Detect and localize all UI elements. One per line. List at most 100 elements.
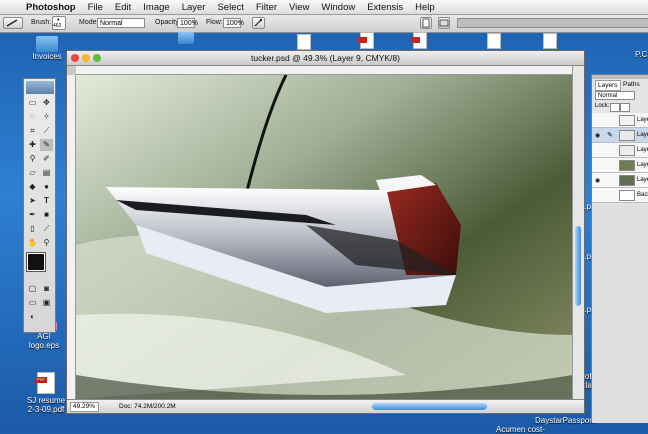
document-title-bar[interactable]: tucker.psd @ 49.3% (Layer 9, CMYK/8) [67, 51, 584, 66]
hand-tool-icon[interactable]: ✋ [26, 237, 39, 249]
palette-well[interactable] [457, 18, 648, 28]
layer-row-active[interactable]: ◉ ✎ Laye [592, 128, 648, 143]
options-bar: Brush: • 463 Mode: Normal Opacity: 100% … [0, 15, 648, 33]
opacity-value: 100% [180, 20, 198, 27]
layer-row[interactable]: Laye [592, 113, 648, 128]
imageready-icon[interactable]: ◐ [26, 311, 39, 323]
menu-file[interactable]: File [88, 2, 103, 13]
lasso-tool-icon[interactable]: ◌ [26, 111, 39, 123]
opacity-input[interactable]: 100% [177, 18, 198, 28]
vertical-ruler[interactable] [67, 75, 76, 399]
palette-toggle-button[interactable] [438, 17, 450, 29]
horizontal-ruler[interactable] [76, 66, 573, 75]
quick-mask-icon[interactable]: ◙ [40, 283, 53, 295]
layer-thumbnail [619, 175, 635, 186]
menu-app-photoshop[interactable]: Photoshop [26, 2, 76, 13]
horizontal-scroll-thumb[interactable] [372, 403, 487, 410]
brush-tool-icon[interactable]: ✎ [40, 139, 53, 151]
foreground-color-swatch[interactable] [26, 252, 46, 272]
tab-layers[interactable]: Layers [595, 80, 621, 91]
status-bar: 49.29% Doc: 74.2M/200.2M [67, 399, 584, 413]
desktop-icon-label: Invoices [32, 52, 62, 61]
dodge-tool-icon[interactable]: ● [40, 181, 53, 193]
notes-tool-icon[interactable]: ▯ [26, 223, 39, 235]
minimize-button[interactable] [82, 54, 90, 62]
slice-tool-icon[interactable]: ⟋ [40, 125, 53, 137]
move-tool-icon[interactable]: ✥ [40, 97, 53, 109]
file-browser-button[interactable] [420, 17, 432, 29]
shape-tool-icon[interactable]: ■ [40, 209, 53, 221]
vertical-scrollbar[interactable] [572, 66, 584, 399]
type-tool-icon[interactable]: T [40, 195, 53, 207]
eyedropper-tool-icon[interactable]: ⟋ [40, 223, 53, 235]
image-canvas[interactable] [76, 75, 573, 399]
eraser-tool-icon[interactable]: ▱ [26, 167, 39, 179]
desktop-file-sj-resume[interactable]: PDF SJ resume 2-3-09.pdf [24, 372, 68, 414]
standard-mode-icon[interactable]: ▢ [26, 283, 39, 295]
menu-filter[interactable]: Filter [256, 2, 277, 13]
menu-bar: Photoshop File Edit Image Layer Select F… [0, 0, 648, 15]
clone-stamp-tool-icon[interactable]: ⚲ [26, 153, 39, 165]
screen-mode-icon[interactable]: ▭ [26, 297, 39, 309]
layer-row[interactable]: ◉ Laye [592, 173, 648, 188]
layer-row[interactable]: Back [592, 188, 648, 203]
menu-layer[interactable]: Layer [182, 2, 206, 13]
pdf-file-icon [358, 32, 374, 49]
marquee-tool-icon[interactable]: ▭ [26, 97, 39, 109]
zoom-tool-icon[interactable]: ⚲ [40, 237, 53, 249]
panel-title-bar[interactable] [592, 75, 648, 79]
pen-tool-icon[interactable]: ✒ [26, 209, 39, 221]
desktop-file-icon[interactable] [297, 34, 311, 50]
menu-view[interactable]: View [289, 2, 309, 13]
menu-image[interactable]: Image [143, 2, 169, 13]
history-brush-tool-icon[interactable]: ✐ [40, 153, 53, 165]
brush-picker[interactable]: • 463 [52, 16, 66, 30]
menu-edit[interactable]: Edit [115, 2, 131, 13]
vertical-scroll-thumb[interactable] [575, 226, 581, 306]
close-button[interactable] [71, 54, 79, 62]
menu-extensis[interactable]: Extensis [367, 2, 403, 13]
hood-ornament-artwork [76, 75, 573, 399]
flow-input[interactable]: 100% [223, 18, 244, 28]
lock-transparency-checkbox[interactable] [610, 103, 620, 112]
desktop-folder[interactable] [178, 32, 194, 44]
brush-preset-icon [6, 19, 18, 27]
desktop-pdf-icon[interactable] [411, 32, 427, 49]
layer-row[interactable]: Laye [592, 158, 648, 173]
desktop-folder-invoices[interactable]: Invoices [28, 36, 66, 61]
desktop-pdf-icon[interactable] [358, 32, 374, 49]
gradient-tool-icon[interactable]: ▤ [40, 167, 53, 179]
lock-pixels-checkbox[interactable] [620, 103, 630, 112]
crop-tool-icon[interactable]: ⌗ [26, 125, 39, 137]
menu-window[interactable]: Window [321, 2, 355, 13]
zoom-field[interactable]: 49.29% [70, 402, 99, 412]
zoom-button[interactable] [93, 54, 101, 62]
desktop-label-fragment: P.C. [635, 50, 648, 59]
tab-paths[interactable]: Paths [621, 80, 642, 89]
layer-row[interactable]: Laye [592, 143, 648, 158]
path-selection-tool-icon[interactable]: ➤ [26, 195, 39, 207]
tool-preset-button[interactable] [3, 17, 23, 29]
menu-select[interactable]: Select [217, 2, 243, 13]
eye-icon[interactable]: ◉ [595, 132, 600, 139]
document-icon [487, 33, 501, 49]
menu-help[interactable]: Help [415, 2, 435, 13]
palette-icon [439, 19, 449, 27]
full-screen-icon[interactable]: ▣ [40, 297, 53, 309]
desktop-label-fragment: DaystarPassport [535, 416, 595, 425]
airbrush-toggle[interactable] [252, 17, 265, 29]
eye-icon[interactable]: ◉ [595, 177, 600, 184]
healing-brush-tool-icon[interactable]: ✚ [26, 139, 39, 151]
brush-label: Brush: [31, 19, 52, 26]
layer-name: Laye [637, 162, 648, 168]
document-icon [543, 33, 557, 49]
layer-thumbnail [619, 130, 635, 141]
desktop-file-icon[interactable] [487, 33, 501, 49]
magic-wand-tool-icon[interactable]: ✧ [40, 111, 53, 123]
folder-icon [178, 32, 194, 44]
blend-mode-select[interactable]: Normal [595, 91, 635, 100]
blur-tool-icon[interactable]: ◆ [26, 181, 39, 193]
desktop-file-icon[interactable] [543, 33, 557, 49]
mode-select[interactable]: Normal [97, 18, 145, 28]
desktop-label-fragment: Acumen cost- [496, 425, 545, 434]
